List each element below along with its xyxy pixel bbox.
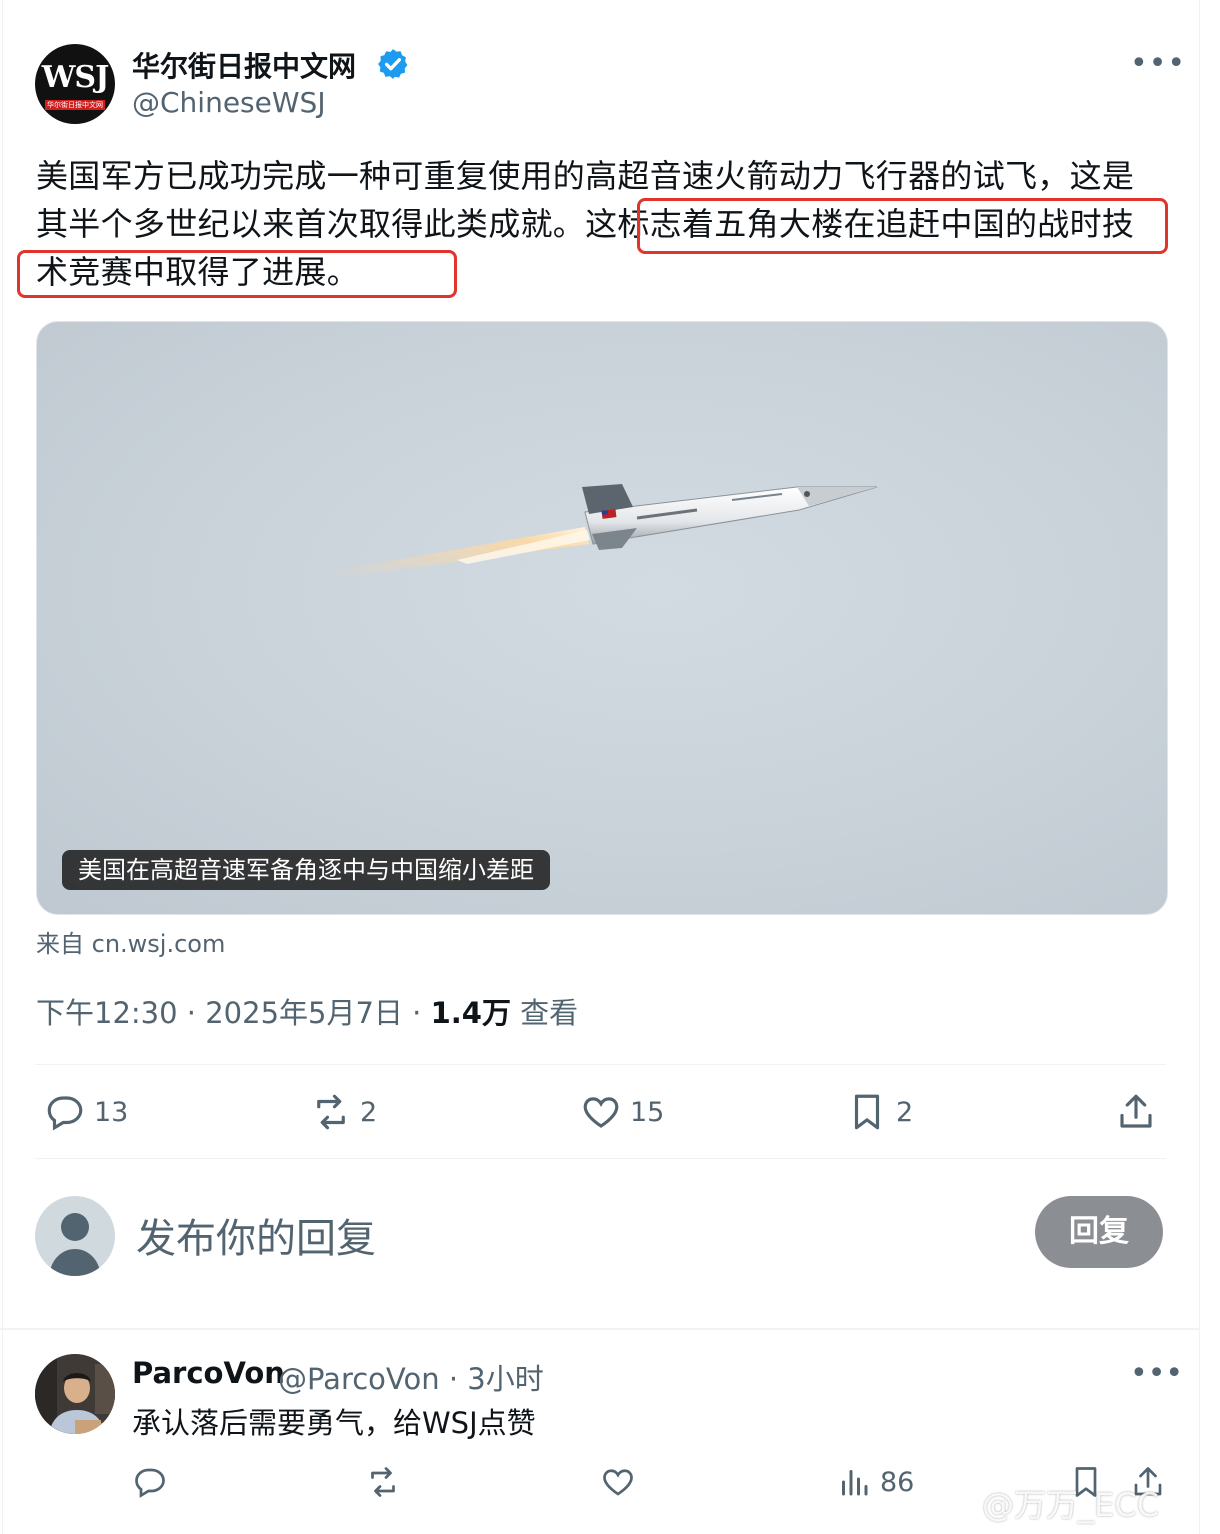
default-avatar-icon <box>49 1213 101 1276</box>
retweet-icon <box>317 1094 345 1130</box>
tweet-timestamp[interactable]: 下午12:30 · 2025年5月7日 · <box>36 996 431 1030</box>
bookmark-action[interactable]: 2 <box>846 1090 913 1134</box>
frame-border-left <box>2 0 3 1534</box>
avatar-logo-band: 华尔街日报中文网 <box>45 100 105 110</box>
heart-icon <box>603 1469 633 1496</box>
views-count: 1.4万 <box>430 996 511 1030</box>
current-user-avatar[interactable] <box>35 1196 115 1276</box>
source-link[interactable]: 来自 cn.wsj.com <box>36 924 225 959</box>
commenter-avatar[interactable] <box>35 1354 115 1434</box>
reply-icon <box>135 1468 165 1498</box>
tweet-meta: 下午12:30 · 2025年5月7日 · 1.4万 查看 <box>36 990 578 1032</box>
hypersonic-vehicle-image <box>327 484 878 578</box>
more-options-icon[interactable]: ••• <box>1130 49 1186 79</box>
section-separator <box>0 1328 1200 1330</box>
commenter-photo <box>35 1354 115 1434</box>
commenter-name[interactable]: ParcoVon <box>132 1356 285 1390</box>
divider-bottom <box>35 1158 1166 1159</box>
retweet-action[interactable]: 2 <box>310 1090 377 1134</box>
retweet-count: 2 <box>360 1096 378 1128</box>
author-handle[interactable]: @ChineseWSJ <box>132 86 326 119</box>
bookmark-count: 2 <box>896 1096 914 1128</box>
reply-button[interactable]: 回复 <box>1035 1196 1163 1268</box>
weibo-watermark: @万万_ECC <box>982 1486 1159 1524</box>
avatar-logo-text: WSJ <box>41 60 110 95</box>
heart-icon <box>583 1097 619 1128</box>
like-count: 15 <box>630 1096 665 1128</box>
author-avatar[interactable]: WSJ 华尔街日报中文网 <box>35 44 115 124</box>
comment-views-action[interactable]: 86 <box>836 1462 914 1502</box>
views-chart-icon <box>842 1470 868 1496</box>
highlight-box-line2 <box>17 250 457 298</box>
share-action[interactable] <box>1115 1090 1157 1134</box>
verified-badge-icon <box>378 49 408 79</box>
bookmark-icon <box>854 1094 880 1130</box>
reply-input[interactable]: 发布你的回复 <box>136 1206 376 1264</box>
author-display-name[interactable]: 华尔街日报中文网 <box>132 45 356 85</box>
reply-action[interactable]: 13 <box>44 1090 128 1134</box>
comment-retweet-action[interactable] <box>365 1462 401 1502</box>
commenter-meta[interactable]: @ParcoVon · 3小时 <box>278 1356 544 1398</box>
comment-reply-action[interactable] <box>132 1462 168 1502</box>
media-caption: 美国在高超音速军备角逐中与中国缩小差距 <box>62 850 550 890</box>
retweet-icon <box>371 1467 395 1497</box>
tweet-media-card[interactable]: 美国在高超音速军备角逐中与中国缩小差距 <box>36 321 1168 915</box>
share-icon <box>1120 1094 1152 1128</box>
reply-count: 13 <box>94 1096 129 1128</box>
reply-icon <box>47 1096 83 1131</box>
comment-like-action[interactable] <box>600 1462 636 1502</box>
like-action[interactable]: 15 <box>580 1090 664 1134</box>
highlight-box-line1 <box>637 198 1168 254</box>
comment-views-count: 86 <box>880 1466 915 1498</box>
frame-border-right <box>1199 0 1200 1534</box>
comment-more-icon[interactable]: ••• <box>1130 1359 1183 1389</box>
divider-top <box>35 1064 1166 1065</box>
comment-text: 承认落后需要勇气，给WSJ点赞 <box>132 1406 536 1440</box>
views-label: 查看 <box>510 996 579 1030</box>
